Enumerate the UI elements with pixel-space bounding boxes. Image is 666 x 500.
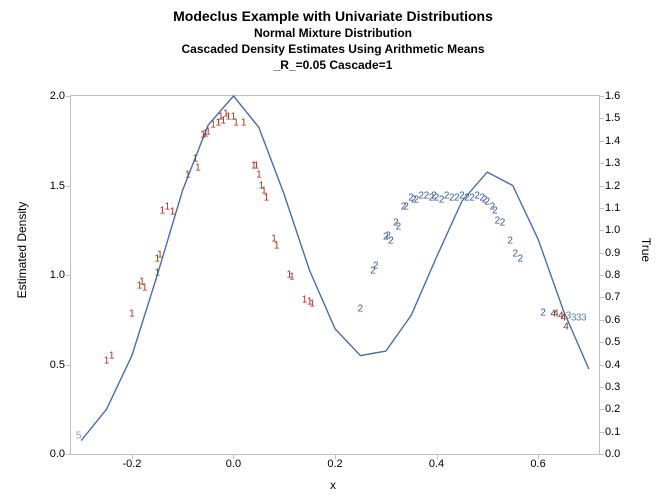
data-point-cluster-2: 2 bbox=[396, 221, 402, 232]
plot-area: 0.00.51.01.52.00.00.10.20.30.40.50.60.70… bbox=[70, 95, 600, 455]
data-point-cluster-2: 2 bbox=[373, 261, 379, 272]
data-point-cluster-2: 2 bbox=[388, 235, 394, 246]
x-tick-label: 0.2 bbox=[327, 454, 342, 470]
y-left-tick-label: 1.5 bbox=[50, 180, 71, 192]
data-point-cluster-2: 2 bbox=[507, 235, 513, 246]
y-right-tick-label: 1.5 bbox=[599, 112, 620, 124]
chart-title: Modeclus Example with Univariate Distrib… bbox=[0, 8, 666, 24]
data-point-cluster-1: 1 bbox=[233, 117, 239, 128]
data-point-cluster-1: 1 bbox=[157, 250, 163, 261]
x-tick-label: 0.6 bbox=[530, 454, 545, 470]
x-tick-label: 0.0 bbox=[226, 454, 241, 470]
data-point-cluster-2: 2 bbox=[540, 307, 546, 318]
y-right-tick-label: 0.3 bbox=[599, 381, 620, 393]
chart-subtitle-3: _R_=0.05 Cascade=1 bbox=[0, 58, 666, 72]
y-right-tick-label: 1.3 bbox=[599, 157, 620, 169]
y-right-tick-label: 0.1 bbox=[599, 426, 620, 438]
y-left-tick-label: 2.0 bbox=[50, 90, 71, 102]
y-right-tick-label: 0.2 bbox=[599, 403, 620, 415]
data-point-cluster-1: 1 bbox=[155, 268, 161, 279]
y-right-tick-label: 1.0 bbox=[599, 224, 620, 236]
data-point-cluster-1: 1 bbox=[109, 350, 115, 361]
title-block: Modeclus Example with Univariate Distrib… bbox=[0, 8, 666, 72]
density-curve bbox=[71, 96, 599, 454]
y-right-tick-label: 0.7 bbox=[599, 291, 620, 303]
y-right-tick-label: 0.4 bbox=[599, 359, 620, 371]
data-point-cluster-4: 4 bbox=[563, 321, 569, 332]
x-tick-label: 0.4 bbox=[429, 454, 444, 470]
x-tick-label: -0.2 bbox=[122, 454, 141, 470]
data-point-cluster-1: 1 bbox=[256, 169, 262, 180]
y-right-tick-label: 1.1 bbox=[599, 202, 620, 214]
y-right-tick-label: 0.6 bbox=[599, 314, 620, 326]
data-point-cluster-3: 3 bbox=[581, 312, 587, 323]
y-right-tick-label: 1.4 bbox=[599, 135, 620, 147]
data-point-cluster-1: 1 bbox=[289, 271, 295, 282]
data-point-cluster-1: 1 bbox=[142, 282, 148, 293]
y-right-tick-label: 1.2 bbox=[599, 180, 620, 192]
y-right-tick-label: 0.0 bbox=[599, 448, 620, 460]
y-axis-label-right: True bbox=[639, 220, 653, 280]
y-left-tick-label: 0.0 bbox=[50, 448, 71, 460]
chart-subtitle-1: Normal Mixture Distribution bbox=[0, 26, 666, 40]
y-right-tick-label: 0.9 bbox=[599, 247, 620, 259]
data-point-cluster-2: 2 bbox=[492, 205, 498, 216]
chart-container: Modeclus Example with Univariate Distrib… bbox=[0, 0, 666, 500]
y-right-tick-label: 1.6 bbox=[599, 90, 620, 102]
data-point-cluster-1: 1 bbox=[274, 241, 280, 252]
data-point-cluster-1: 1 bbox=[185, 169, 191, 180]
data-point-cluster-5: 5 bbox=[76, 431, 82, 442]
data-point-cluster-1: 1 bbox=[129, 309, 135, 320]
y-axis-label-left: Estimated Density bbox=[15, 190, 29, 310]
data-point-cluster-1: 1 bbox=[170, 207, 176, 218]
x-axis-label: x bbox=[0, 478, 666, 492]
chart-subtitle-2: Cascaded Density Estimates Using Arithme… bbox=[0, 42, 666, 56]
data-point-cluster-1: 1 bbox=[264, 193, 270, 204]
data-point-cluster-1: 1 bbox=[241, 117, 247, 128]
data-point-cluster-2: 2 bbox=[358, 304, 364, 315]
y-right-tick-label: 0.8 bbox=[599, 269, 620, 281]
y-left-tick-label: 1.0 bbox=[50, 269, 71, 281]
y-right-tick-label: 0.5 bbox=[599, 336, 620, 348]
data-point-cluster-1: 1 bbox=[195, 162, 201, 173]
data-point-cluster-1: 1 bbox=[309, 298, 315, 309]
data-point-cluster-2: 2 bbox=[518, 253, 524, 264]
data-point-cluster-2: 2 bbox=[500, 218, 506, 229]
y-left-tick-label: 0.5 bbox=[50, 359, 71, 371]
